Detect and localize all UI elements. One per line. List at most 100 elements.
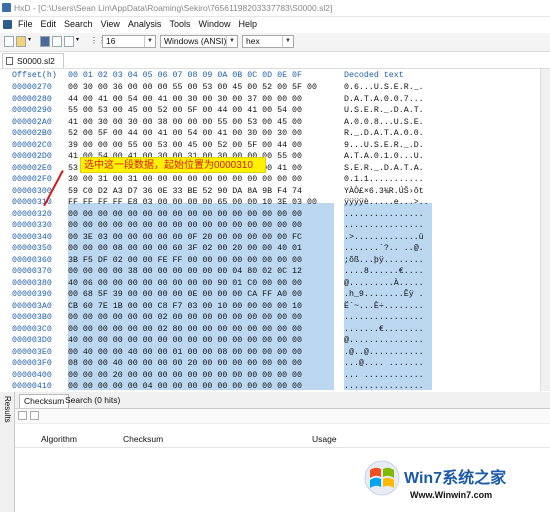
decoded-text-header: Decoded text (344, 71, 404, 80)
row-offset: 000003E0 (12, 347, 52, 357)
row-decoded-text[interactable]: ................ (344, 313, 424, 322)
row-bytes[interactable]: 00 3E 03 00 00 00 00 00 0F 20 00 00 00 0… (68, 233, 302, 242)
row-decoded-text[interactable]: ...@.... ....... (344, 359, 424, 368)
row-decoded-text[interactable]: ;õß...þÿ........ (344, 256, 424, 265)
row-decoded-text[interactable]: ....8......€.... (344, 267, 424, 276)
row-bytes[interactable]: 00 68 5F 39 00 00 00 00 0E 00 00 00 CA F… (68, 290, 302, 299)
row-bytes[interactable]: 00 00 00 20 00 00 00 00 00 00 00 00 00 0… (68, 371, 302, 380)
row-decoded-text[interactable]: ................ (344, 221, 424, 230)
tab-s0000[interactable]: S0000.sl2 (2, 53, 64, 68)
toolbar: ▾ ▾ ⋮⋮ 16 ▼ Windows (ANSI) ▼ hex ▼ (0, 33, 550, 52)
watermark-url: Www.Winwin7.com (410, 490, 493, 500)
row-bytes[interactable]: 40 06 00 00 00 00 00 00 00 00 90 01 C0 0… (68, 279, 302, 288)
offset-base-value: hex (246, 36, 260, 46)
row-bytes[interactable]: 00 00 00 08 00 00 00 60 3F 02 00 20 00 0… (68, 244, 302, 253)
row-bytes[interactable]: 30 00 31 00 31 00 00 00 00 00 00 00 00 0… (68, 175, 302, 184)
row-bytes[interactable]: 52 00 5F 00 44 00 41 00 54 00 41 00 30 0… (68, 129, 302, 138)
vertical-scrollbar[interactable] (540, 69, 550, 391)
chevron-down-icon[interactable]: ▾ (28, 36, 38, 47)
row-offset: 000002A0 (12, 117, 52, 127)
tab-search[interactable]: Search (0 hits) (61, 394, 124, 407)
open-folder-icon[interactable] (16, 36, 26, 47)
row-decoded-text[interactable]: A.0.0.8...U.S.E. (344, 118, 424, 127)
row-bytes[interactable]: 00 00 00 00 00 00 02 00 00 00 00 00 00 0… (68, 313, 302, 322)
row-decoded-text[interactable]: 0.6...U.S.E.R._. (344, 83, 424, 92)
copy-icon[interactable] (30, 411, 39, 420)
row-bytes[interactable]: CB 60 7E 1B 00 00 C8 F7 03 00 10 00 00 0… (68, 302, 302, 311)
menu-window[interactable]: Window (197, 19, 231, 29)
row-decoded-text[interactable]: .h_9........Êÿ . (344, 290, 424, 299)
row-decoded-text[interactable]: 9...U.S.E.R._.D. (344, 141, 424, 150)
row-offset: 00000370 (12, 267, 52, 276)
offset-header: Offset(h) (12, 71, 57, 80)
row-decoded-text[interactable]: .......`?.. ..@. (344, 244, 424, 253)
annotation-callout: 选中这一段数据，起始位置为0000310 (80, 157, 266, 173)
row-decoded-text[interactable]: YÀÒ£×6.3¾R.ÚŠ›ôt (344, 187, 424, 196)
row-decoded-text[interactable]: U.S.E.R._.D.A.T. (344, 106, 424, 115)
row-decoded-text[interactable]: ÿÿÿÿè.....e...>.. (344, 198, 429, 207)
row-offset: 00000400 (12, 370, 52, 380)
hex-editor[interactable]: Offset(h) 00 01 02 03 04 05 06 07 08 09 … (0, 69, 550, 391)
bytes-per-row-icon: ⋮⋮ (90, 36, 106, 45)
row-bytes[interactable]: 08 00 00 40 00 00 00 00 20 00 00 00 00 0… (68, 359, 302, 368)
offset-base-select[interactable]: hex ▼ (242, 35, 294, 48)
save-all-icon[interactable] (64, 36, 74, 47)
row-bytes[interactable]: 00 00 00 00 00 00 00 00 00 00 00 00 00 0… (68, 210, 302, 219)
row-offset: 00000410 (12, 382, 52, 391)
bytes-per-row-select[interactable]: 16 ▼ (102, 35, 156, 48)
row-bytes[interactable]: 3B F5 DF 02 00 00 FE FF 00 00 00 00 00 0… (68, 256, 302, 265)
chevron-down-icon[interactable]: ▾ (76, 36, 86, 47)
row-decoded-text[interactable]: ................ (344, 382, 424, 391)
column-checksum[interactable]: Checksum (123, 434, 163, 444)
row-bytes[interactable]: FF FF FF FF E8 03 00 00 00 00 65 00 00 1… (68, 198, 317, 207)
row-offset: 00000380 (12, 278, 52, 288)
row-decoded-text[interactable]: S.E.R._.D.A.T.A. (344, 164, 424, 173)
row-offset: 000002B0 (12, 129, 52, 138)
row-decoded-text[interactable]: @............... (344, 336, 424, 345)
row-decoded-text[interactable]: R._.D.A.T.A.0.0. (344, 129, 424, 138)
row-bytes[interactable]: 44 00 41 00 54 00 41 00 30 00 30 00 37 0… (68, 95, 302, 104)
refresh-icon[interactable] (18, 411, 27, 420)
menu-analysis[interactable]: Analysis (127, 19, 163, 29)
row-bytes[interactable]: 39 00 00 00 55 00 53 00 45 00 52 00 5F 0… (68, 141, 302, 150)
menu-search[interactable]: Search (63, 19, 94, 29)
row-bytes[interactable]: 40 00 00 00 00 00 00 00 00 00 00 00 00 0… (68, 336, 302, 345)
menu-file[interactable]: File (17, 19, 34, 29)
menu-tools[interactable]: Tools (168, 19, 191, 29)
row-bytes[interactable]: 00 00 00 00 00 00 02 80 00 00 00 00 00 0… (68, 325, 302, 334)
results-toolbar (15, 409, 550, 424)
menu-help[interactable]: Help (237, 19, 258, 29)
row-decoded-text[interactable]: .>.............ü (344, 233, 424, 242)
new-file-icon[interactable] (4, 36, 14, 47)
row-bytes[interactable]: 00 00 00 00 00 04 00 00 00 00 00 00 00 0… (68, 382, 302, 391)
row-bytes[interactable]: 59 C0 D2 A3 D7 36 0E 33 BE 52 90 DA 8A 9… (68, 187, 302, 196)
row-bytes[interactable]: 55 00 53 00 45 00 52 00 5F 00 44 00 41 0… (68, 106, 302, 115)
menu-edit[interactable]: Edit (40, 19, 58, 29)
row-decoded-text[interactable]: A.T.A.0.1.0...U. (344, 152, 424, 161)
row-decoded-text[interactable]: D.A.T.A.0.0.7... (344, 95, 424, 104)
row-decoded-text[interactable]: ... ............ (344, 371, 424, 380)
column-usage[interactable]: Usage (312, 434, 337, 444)
row-decoded-text[interactable]: 0.1.1........... (344, 175, 424, 184)
row-decoded-text[interactable]: .......€........ (344, 325, 424, 334)
save-icon[interactable] (40, 36, 50, 47)
row-decoded-text[interactable]: @.........À..... (344, 279, 424, 288)
row-offset: 00000290 (12, 106, 52, 115)
row-decoded-text[interactable]: ................ (344, 210, 424, 219)
document-icon[interactable] (3, 20, 12, 29)
close-file-icon[interactable] (52, 36, 62, 47)
menu-view[interactable]: View (100, 19, 121, 29)
row-decoded-text[interactable]: Ë`~...È÷........ (344, 302, 424, 311)
results-side-tab[interactable]: Results (0, 392, 15, 512)
row-decoded-text[interactable]: .@..@........... (344, 348, 424, 357)
row-bytes[interactable]: 00 30 00 36 00 00 00 55 00 53 00 45 00 5… (68, 83, 317, 92)
row-bytes[interactable]: 00 40 00 00 40 00 00 01 00 00 08 00 00 0… (68, 348, 302, 357)
row-bytes[interactable]: 00 00 00 00 00 00 00 00 00 00 00 00 00 0… (68, 221, 302, 230)
charset-select[interactable]: Windows (ANSI) ▼ (160, 35, 238, 48)
menu-bar: File Edit Search View Analysis Tools Win… (0, 17, 550, 32)
column-algorithm[interactable]: Algorithm (41, 434, 77, 444)
row-bytes[interactable]: 00 00 00 00 38 00 00 00 00 00 00 04 80 0… (68, 267, 302, 276)
row-offset: 00000270 (12, 83, 52, 92)
row-offset: 000003A0 (12, 301, 52, 311)
row-bytes[interactable]: 41 00 30 00 30 00 38 00 00 00 55 00 53 0… (68, 118, 302, 127)
